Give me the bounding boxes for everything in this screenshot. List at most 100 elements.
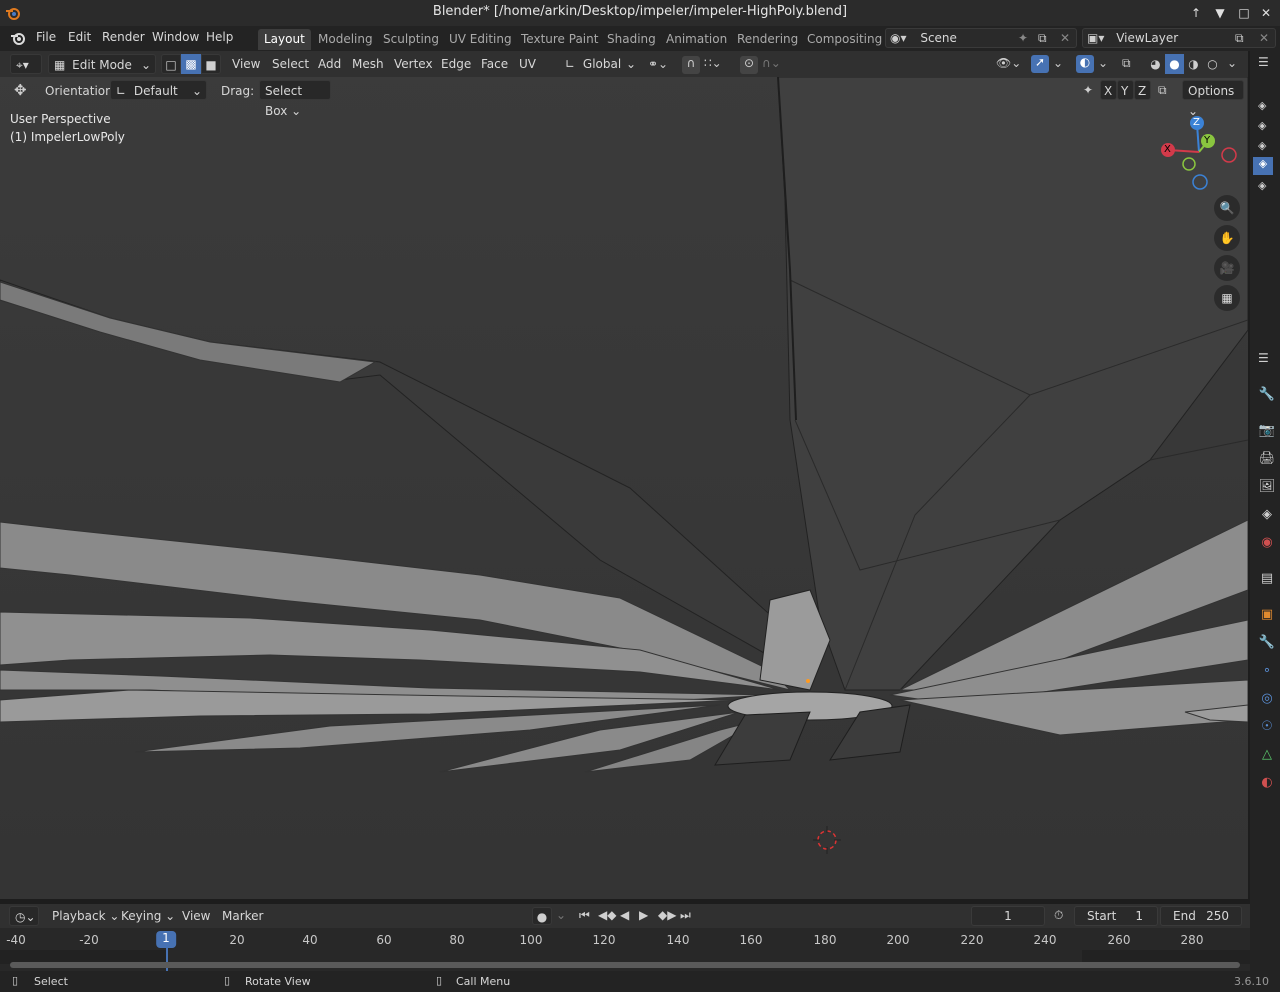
edge-select-icon[interactable]: ▩ xyxy=(181,54,201,74)
snap-target-icon[interactable]: ∷⌄ xyxy=(704,56,722,70)
tab-compositing[interactable]: Compositing xyxy=(801,29,888,50)
camera-render-icon-1[interactable]: ◈ xyxy=(1258,99,1266,112)
menu-mesh[interactable]: Mesh xyxy=(347,54,389,74)
output-properties-icon[interactable]: 🖨 xyxy=(1258,450,1276,468)
view-layer-properties-icon[interactable]: 🖼 xyxy=(1258,478,1276,496)
timeline-view-menu[interactable]: View xyxy=(177,906,215,926)
camera-render-icon-5[interactable]: ◈ xyxy=(1258,179,1266,192)
shading-dropdown-icon[interactable]: ⌄ xyxy=(1227,56,1237,70)
data-properties-icon[interactable]: △ xyxy=(1258,746,1276,764)
options-button[interactable]: Options ⌄ xyxy=(1182,80,1244,118)
timeline-scrollbar[interactable] xyxy=(10,962,1240,968)
face-select-icon[interactable]: ■ xyxy=(201,54,221,74)
tool-properties-icon[interactable]: 🔧 xyxy=(1258,386,1276,404)
auto-merge-icon[interactable]: ⧉ xyxy=(1158,83,1167,98)
navigation-gizmo[interactable]: Z Y X xyxy=(1155,112,1245,194)
camera-view-button[interactable]: 🎥 xyxy=(1214,255,1240,281)
menu-add[interactable]: Add xyxy=(313,54,346,74)
stopwatch-icon[interactable]: ⏱ xyxy=(1054,908,1063,923)
keying-set-dropdown-icon[interactable]: ⌄ xyxy=(556,908,566,922)
pivot-point-icon[interactable]: ⚭⌄ xyxy=(648,57,668,71)
menu-edit[interactable]: Edit xyxy=(68,30,91,44)
transform-orientation-selector[interactable]: ∟ Global ⌄ xyxy=(560,54,640,74)
jump-prev-key-icon[interactable]: ◀◆ xyxy=(598,908,616,922)
material-shading-icon[interactable]: ◑ xyxy=(1184,54,1203,74)
tab-animation[interactable]: Animation xyxy=(660,29,733,50)
zoom-button[interactable]: 🔍 xyxy=(1214,195,1240,221)
gizmo-dropdown-icon[interactable]: ⌄ xyxy=(1053,56,1063,70)
timeline-ruler[interactable]: -40 -20 1 20 40 60 80 100 120 140 160 18… xyxy=(0,928,1250,950)
jump-next-key-icon[interactable]: ◆▶ xyxy=(658,908,676,922)
new-view-layer-icon[interactable]: ⧉ xyxy=(1235,29,1244,47)
pan-button[interactable]: ✋ xyxy=(1214,225,1240,251)
editor-type-selector[interactable]: ⌖▾ xyxy=(10,54,42,74)
camera-render-icon-2[interactable]: ◈ xyxy=(1258,119,1266,132)
pin-icon[interactable]: ✦ xyxy=(1018,29,1028,47)
collection-properties-icon[interactable]: ▤ xyxy=(1258,570,1276,588)
menu-vertex[interactable]: Vertex xyxy=(389,54,438,74)
solid-shading-icon[interactable]: ● xyxy=(1165,54,1184,74)
overlays-dropdown-icon[interactable]: ⌄ xyxy=(1098,56,1108,70)
tab-sculpting[interactable]: Sculpting xyxy=(377,29,445,50)
mode-selector[interactable]: ▦ Edit Mode ⌄ xyxy=(48,54,156,74)
close-button[interactable]: ✕ xyxy=(1257,4,1275,22)
blender-menu-icon[interactable] xyxy=(10,30,26,46)
minimize-up-icon[interactable]: ↑ xyxy=(1187,4,1205,22)
vertex-select-icon[interactable]: □ xyxy=(161,54,181,74)
tab-rendering[interactable]: Rendering xyxy=(731,29,804,50)
object-properties-icon[interactable]: ▣ xyxy=(1258,606,1276,624)
move-tool-icon[interactable]: ✥ xyxy=(14,81,27,99)
camera-render-icon-4[interactable]: ◈ xyxy=(1253,157,1273,175)
scene-properties-icon[interactable]: ◈ xyxy=(1258,506,1276,524)
falloff-curve-icon[interactable]: ∩⌄ xyxy=(762,56,781,70)
orientation-selector[interactable]: ∟ Default ⌄ xyxy=(110,80,207,100)
auto-keying-icon[interactable]: ● xyxy=(532,907,552,925)
tab-texture-paint[interactable]: Texture Paint xyxy=(515,29,604,50)
snap-magnet-icon[interactable]: ∩ xyxy=(682,56,700,74)
gizmo-toggle-icon[interactable]: ➚ xyxy=(1031,55,1049,73)
delete-scene-icon[interactable]: ✕ xyxy=(1060,29,1070,47)
minimize-button[interactable]: ▼ xyxy=(1211,4,1229,22)
menu-view[interactable]: View xyxy=(227,54,265,74)
perspective-toggle-button[interactable]: ▦ xyxy=(1214,285,1240,311)
timeline-area[interactable]: -40 -20 1 20 40 60 80 100 120 140 160 18… xyxy=(0,928,1250,971)
playback-menu[interactable]: Playback ⌄ xyxy=(47,906,124,926)
overlays-toggle-icon[interactable]: ◐ xyxy=(1076,55,1094,73)
view-layer-selector[interactable]: ▣▾ ViewLayer ⧉ ✕ xyxy=(1082,28,1276,48)
menu-help[interactable]: Help xyxy=(206,30,233,44)
current-frame-field[interactable]: 1 xyxy=(971,906,1045,926)
scene-selector[interactable]: ◉▾ Scene ✦ ⧉ ✕ xyxy=(885,28,1077,48)
play-reverse-icon[interactable]: ◀ xyxy=(620,908,629,922)
proportional-edit-icon[interactable]: ⊙ xyxy=(740,56,758,74)
timeline-editor-type[interactable]: ◷⌄ xyxy=(9,906,39,926)
menu-face[interactable]: Face xyxy=(476,54,513,74)
end-frame-field[interactable]: End 250 xyxy=(1160,906,1242,926)
tab-shading[interactable]: Shading xyxy=(601,29,662,50)
menu-window[interactable]: Window xyxy=(152,30,199,44)
particles-properties-icon[interactable]: ∘ xyxy=(1258,662,1276,680)
menu-uv[interactable]: UV xyxy=(514,54,541,74)
world-properties-icon[interactable]: ◉ xyxy=(1258,534,1276,552)
start-frame-field[interactable]: Start 1 xyxy=(1074,906,1158,926)
menu-edge[interactable]: Edge xyxy=(436,54,476,74)
jump-end-icon[interactable]: ⏭ xyxy=(680,908,691,923)
material-properties-icon[interactable]: ◐ xyxy=(1258,774,1276,792)
constraints-properties-icon[interactable]: ☉ xyxy=(1258,718,1276,736)
jump-start-icon[interactable]: ⏮ xyxy=(579,908,590,923)
mirror-x-toggle[interactable]: X xyxy=(1100,80,1117,100)
visibility-icon[interactable]: 👁⌄ xyxy=(996,56,1021,70)
3d-viewport[interactable] xyxy=(0,51,1248,899)
tab-modeling[interactable]: Modeling xyxy=(312,29,379,50)
drag-selector[interactable]: Select Box ⌄ xyxy=(259,80,331,118)
tab-uv-editing[interactable]: UV Editing xyxy=(443,29,518,50)
marker-menu[interactable]: Marker xyxy=(217,906,268,926)
tab-layout[interactable]: Layout xyxy=(258,29,311,50)
rendered-shading-icon[interactable]: ○ xyxy=(1203,54,1222,74)
new-scene-icon[interactable]: ⧉ xyxy=(1038,29,1047,47)
outliner-icon[interactable]: ☰ xyxy=(1258,55,1269,69)
render-properties-icon[interactable]: 📷 xyxy=(1258,422,1276,440)
properties-editor-icon[interactable]: ☰ xyxy=(1258,351,1269,365)
play-icon[interactable]: ▶ xyxy=(639,908,648,922)
camera-render-icon-3[interactable]: ◈ xyxy=(1258,139,1266,152)
delete-view-layer-icon[interactable]: ✕ xyxy=(1259,29,1269,47)
